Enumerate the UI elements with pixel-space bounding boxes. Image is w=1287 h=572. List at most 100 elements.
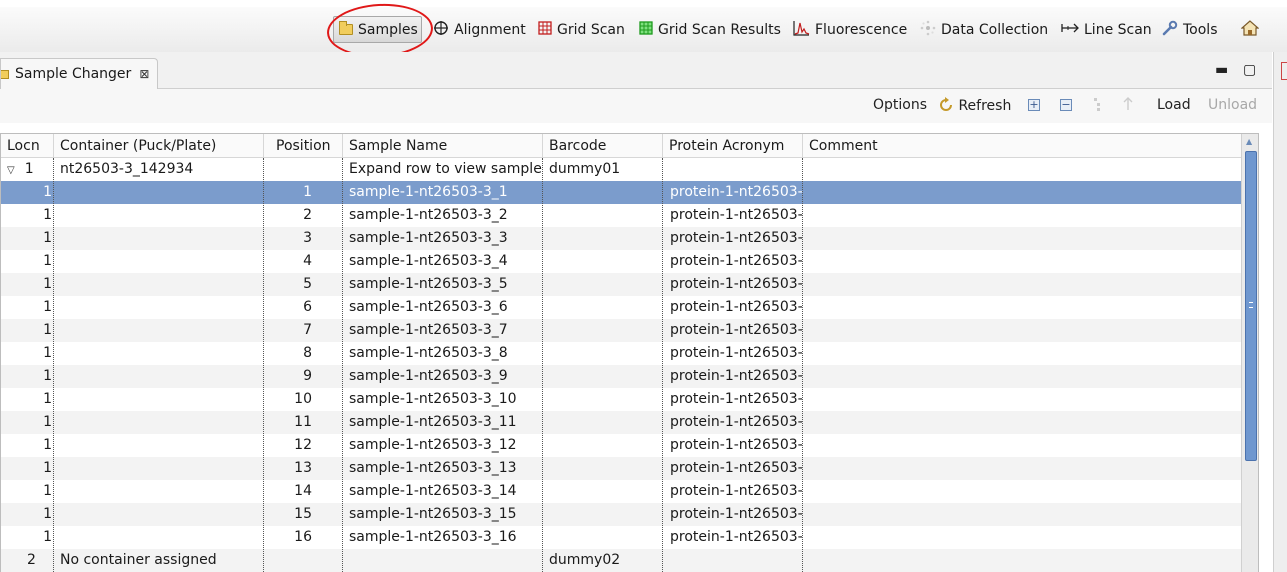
perspective-grid-scan-results-button[interactable]: Grid Scan Results [635,16,785,43]
cell-position: 7 [303,322,312,338]
tab-sample-changer[interactable]: Sample Changer ⊠ [0,58,158,89]
cell-locn: 1 [43,276,52,292]
perspective-alignment-button[interactable]: Alignment [429,16,530,43]
table-row[interactable]: 1 10 sample-1-nt26503-3_10 protein-1-nt2650… [1,388,1241,411]
cell-protein-acronym: protein-1-nt26503- [670,299,802,315]
cell-barcode [549,503,661,526]
table-row[interactable]: 1 13 sample-1-nt26503-3_13 protein-1-nt2650… [1,457,1241,480]
column-header-barcode[interactable]: Barcode [543,134,663,158]
perspective-label: Data Collection [941,21,1049,38]
column-header-position[interactable]: Position [264,134,343,158]
view-toolbar: Options Refresh + − Load Unload [0,89,1272,123]
table-row[interactable]: 1 8 sample-1-nt26503-3_8 protein-1-nt26503- [1,342,1241,365]
table-row[interactable]: 1 5 sample-1-nt26503-3_5 protein-1-nt26503- [1,273,1241,296]
cell-container [60,480,260,503]
table-row[interactable]: 2 No container assigned dummy02 [1,549,1241,572]
refresh-button[interactable]: Refresh [938,97,1011,114]
load-button[interactable]: Load [1157,97,1191,113]
perspective-data-collection-button[interactable]: Data Collection [916,16,1052,43]
cell-locn: 1 [43,391,52,407]
close-icon[interactable]: ⊠ [139,67,149,81]
expand-all-button[interactable]: + [1028,99,1040,111]
table-row[interactable]: 1 9 sample-1-nt26503-3_9 protein-1-nt26503- [1,365,1241,388]
column-header-comment[interactable]: Comment [803,134,1241,158]
minimize-button[interactable]: ▬ [1215,62,1228,78]
cell-protein-acronym: protein-1-nt26503- [670,345,802,361]
cell-locn: 1 [43,506,52,522]
scrollbar-thumb[interactable] [1245,151,1257,461]
cell-position: 12 [294,437,312,453]
table-row[interactable]: 1 6 sample-1-nt26503-3_6 protein-1-nt26503- [1,296,1241,319]
cell-protein-acronym: protein-1-nt26503- [670,276,802,292]
table-row[interactable]: 1 1 sample-1-nt26503-3_1 protein-1-nt26503- [1,181,1241,204]
side-panel-tab[interactable] [1281,62,1287,80]
cell-protein-acronym: protein-1-nt26503- [670,207,802,223]
line-scan-icon [1061,22,1079,38]
cell-barcode: dummy01 [549,161,621,177]
table-row[interactable]: 1 15 sample-1-nt26503-3_15 protein-1-nt2650… [1,503,1241,526]
view-tab-bar: Sample Changer ⊠ ▬ ▢ [0,52,1272,89]
cell-position [264,158,312,181]
column-header-container[interactable]: Container (Puck/Plate) [54,134,264,158]
cell-container [60,181,260,204]
cell-barcode [549,526,661,549]
table-row[interactable]: 1 14 sample-1-nt26503-3_14 protein-1-nt2650… [1,480,1241,503]
cell-locn: 2 [27,552,36,568]
cell-container: No container assigned [60,552,217,568]
cell-container [60,457,260,480]
cell-protein-acronym [670,549,802,572]
wrench-icon [1162,20,1178,40]
cell-container [60,526,260,549]
cell-locn: 1 [43,207,52,223]
table-row[interactable]: 1 7 sample-1-nt26503-3_7 protein-1-nt26503- [1,319,1241,342]
cell-position: 11 [294,414,312,430]
cell-comment [809,158,1239,181]
cell-comment [809,273,1239,296]
perspective-label: Line Scan [1084,21,1152,38]
cell-container [60,296,260,319]
column-header-protein-acronym[interactable]: Protein Acronym [663,134,803,158]
table-row[interactable]: 1 11 sample-1-nt26503-3_11 protein-1-nt2650… [1,411,1241,434]
cell-barcode [549,434,661,457]
locn-value: 1 [24,161,34,177]
cell-barcode [549,457,661,480]
options-button[interactable]: Options [873,97,927,113]
column-header-sample-name[interactable]: Sample Name [343,134,543,158]
column-header-locn[interactable]: Locn [1,134,54,158]
scroll-up-icon[interactable]: ▲ [1246,137,1252,146]
cell-comment [809,434,1239,457]
perspective-tools-button[interactable]: Tools [1158,16,1222,43]
cell-protein-acronym [670,158,802,181]
cell-barcode [549,342,661,365]
perspective-label: Fluorescence [815,21,908,38]
table-row[interactable]: ▽ 1 nt26503-3_142934 Expand row to view sam… [1,158,1241,181]
collapse-all-button[interactable]: − [1060,99,1072,111]
perspective-line-scan-button[interactable]: Line Scan [1057,16,1156,43]
tree-icon [1092,96,1102,116]
cell-locn: 1 [43,414,52,430]
cell-protein-acronym: protein-1-nt26503- [670,437,802,453]
cell-locn: 1 [43,253,52,269]
vertical-scrollbar[interactable]: ▲ [1241,134,1258,572]
expand-toggle-icon[interactable]: ▽ [7,159,15,181]
maximize-button[interactable]: ▢ [1243,62,1256,78]
table-row[interactable]: 1 3 sample-1-nt26503-3_3 protein-1-nt26503- [1,227,1241,250]
cell-sample-name: sample-1-nt26503-3_13 [349,460,517,476]
home-button[interactable] [1237,16,1263,43]
cell-protein-acronym: protein-1-nt26503- [670,506,802,522]
table-row[interactable]: 1 12 sample-1-nt26503-3_12 protein-1-nt2650… [1,434,1241,457]
table-row[interactable]: 1 2 sample-1-nt26503-3_2 protein-1-nt26503- [1,204,1241,227]
cell-protein-acronym: protein-1-nt26503- [670,322,802,338]
perspective-grid-scan-button[interactable]: Grid Scan [534,16,629,43]
table-row[interactable]: 1 16 sample-1-nt26503-3_16 protein-1-nt2650… [1,526,1241,549]
cell-barcode [549,411,661,434]
perspective-label: Tools [1183,21,1218,38]
unload-button[interactable]: Unload [1208,97,1257,113]
cell-barcode [549,296,661,319]
perspective-fluorescence-button[interactable]: Fluorescence [789,16,911,43]
table-row[interactable]: 1 4 sample-1-nt26503-3_4 protein-1-nt26503- [1,250,1241,273]
folder-icon [1,69,9,79]
cell-comment [809,411,1239,434]
cell-sample-name: sample-1-nt26503-3_1 [349,184,508,200]
grid-results-icon [639,20,653,39]
